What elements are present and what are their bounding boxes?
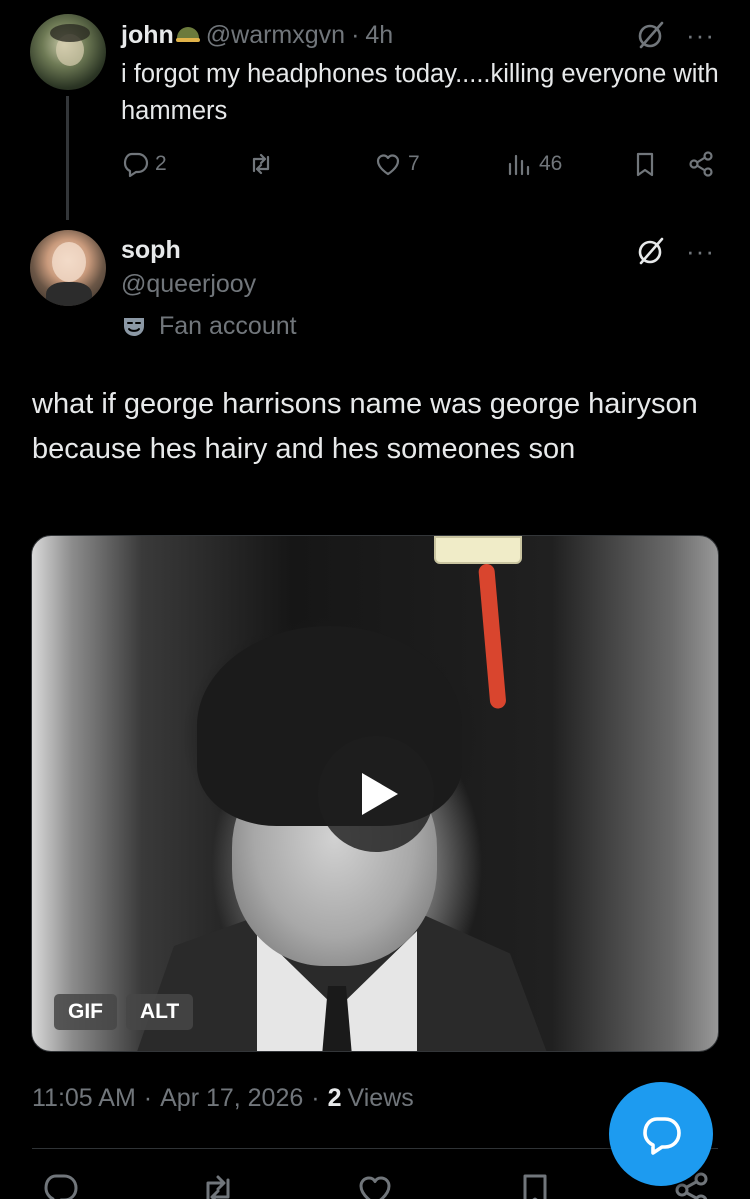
retweet-icon	[252, 153, 270, 175]
like-button[interactable]: 7	[374, 150, 420, 178]
reply-icon[interactable]	[40, 1170, 80, 1199]
grok-icon[interactable]	[636, 20, 666, 50]
media-popsicle-stick	[478, 563, 507, 710]
username[interactable]: @queerjooy	[121, 270, 256, 299]
views-count: 46	[539, 152, 563, 175]
retweet-icon[interactable]	[198, 1170, 238, 1199]
reply-button[interactable]: 2	[121, 150, 167, 178]
bookmark-icon[interactable]	[515, 1170, 555, 1199]
share-button[interactable]	[687, 150, 715, 178]
views-icon	[508, 154, 530, 176]
display-name[interactable]: soph	[121, 236, 181, 265]
avatar[interactable]	[30, 230, 106, 306]
tweet-text: what if george harrisons name was george…	[32, 388, 698, 465]
thread-connector	[66, 96, 69, 220]
tweet-meta: 11:05 AM · Apr 17, 2026 · 2 Views	[32, 1084, 414, 1113]
views-button[interactable]: 46	[505, 150, 562, 178]
timestamp[interactable]: 4h	[365, 21, 393, 50]
tweet-text: i forgot my headphones today.....killing…	[121, 60, 719, 125]
like-icon[interactable]	[355, 1170, 395, 1199]
tweet-date[interactable]: Apr 17, 2026	[160, 1084, 303, 1113]
separator: ·	[311, 1084, 320, 1112]
alt-badge[interactable]: ALT	[126, 994, 194, 1030]
separator: ·	[143, 1084, 153, 1112]
tweet-top-actions: ···	[636, 20, 715, 50]
reply-icon	[123, 152, 149, 178]
account-label-text: Fan account	[159, 312, 297, 340]
mask-icon	[124, 317, 144, 336]
tweet-time[interactable]: 11:05 AM	[32, 1084, 136, 1113]
action-bar: 2 7 46	[121, 150, 721, 190]
gif-media[interactable]: GIF ALT	[31, 535, 719, 1052]
compose-reply-icon	[643, 1117, 681, 1155]
display-name[interactable]: john	[121, 21, 174, 50]
views-count: 2	[327, 1084, 342, 1112]
like-count: 7	[408, 152, 420, 175]
helmet-emoji-icon	[175, 25, 200, 45]
reply-count: 2	[155, 152, 167, 175]
gif-badge: GIF	[54, 994, 117, 1030]
retweet-button[interactable]	[247, 150, 281, 178]
bookmark-icon	[636, 152, 654, 177]
compose-reply-button[interactable]	[609, 1082, 713, 1186]
views-label[interactable]: Views	[348, 1084, 414, 1113]
avatar[interactable]	[30, 14, 106, 90]
account-label[interactable]: Fan account	[121, 312, 297, 341]
grok-icon[interactable]	[636, 236, 666, 266]
separator: ·	[351, 20, 360, 49]
tweet-top-actions: ···	[636, 236, 715, 266]
play-icon	[362, 773, 398, 815]
username[interactable]: @warmxgvn	[206, 21, 345, 50]
play-button[interactable]	[318, 736, 434, 852]
like-icon	[376, 154, 400, 176]
tweet-header: john @warmxgvn · 4h	[121, 18, 393, 52]
more-icon[interactable]: ···	[686, 238, 715, 264]
media-popsicle	[434, 536, 522, 564]
bookmark-button[interactable]	[631, 150, 659, 178]
more-icon[interactable]: ···	[686, 22, 715, 48]
parent-tweet[interactable]: john @warmxgvn · 4h ··· i forgot my head…	[0, 0, 750, 225]
share-icon	[689, 151, 713, 177]
